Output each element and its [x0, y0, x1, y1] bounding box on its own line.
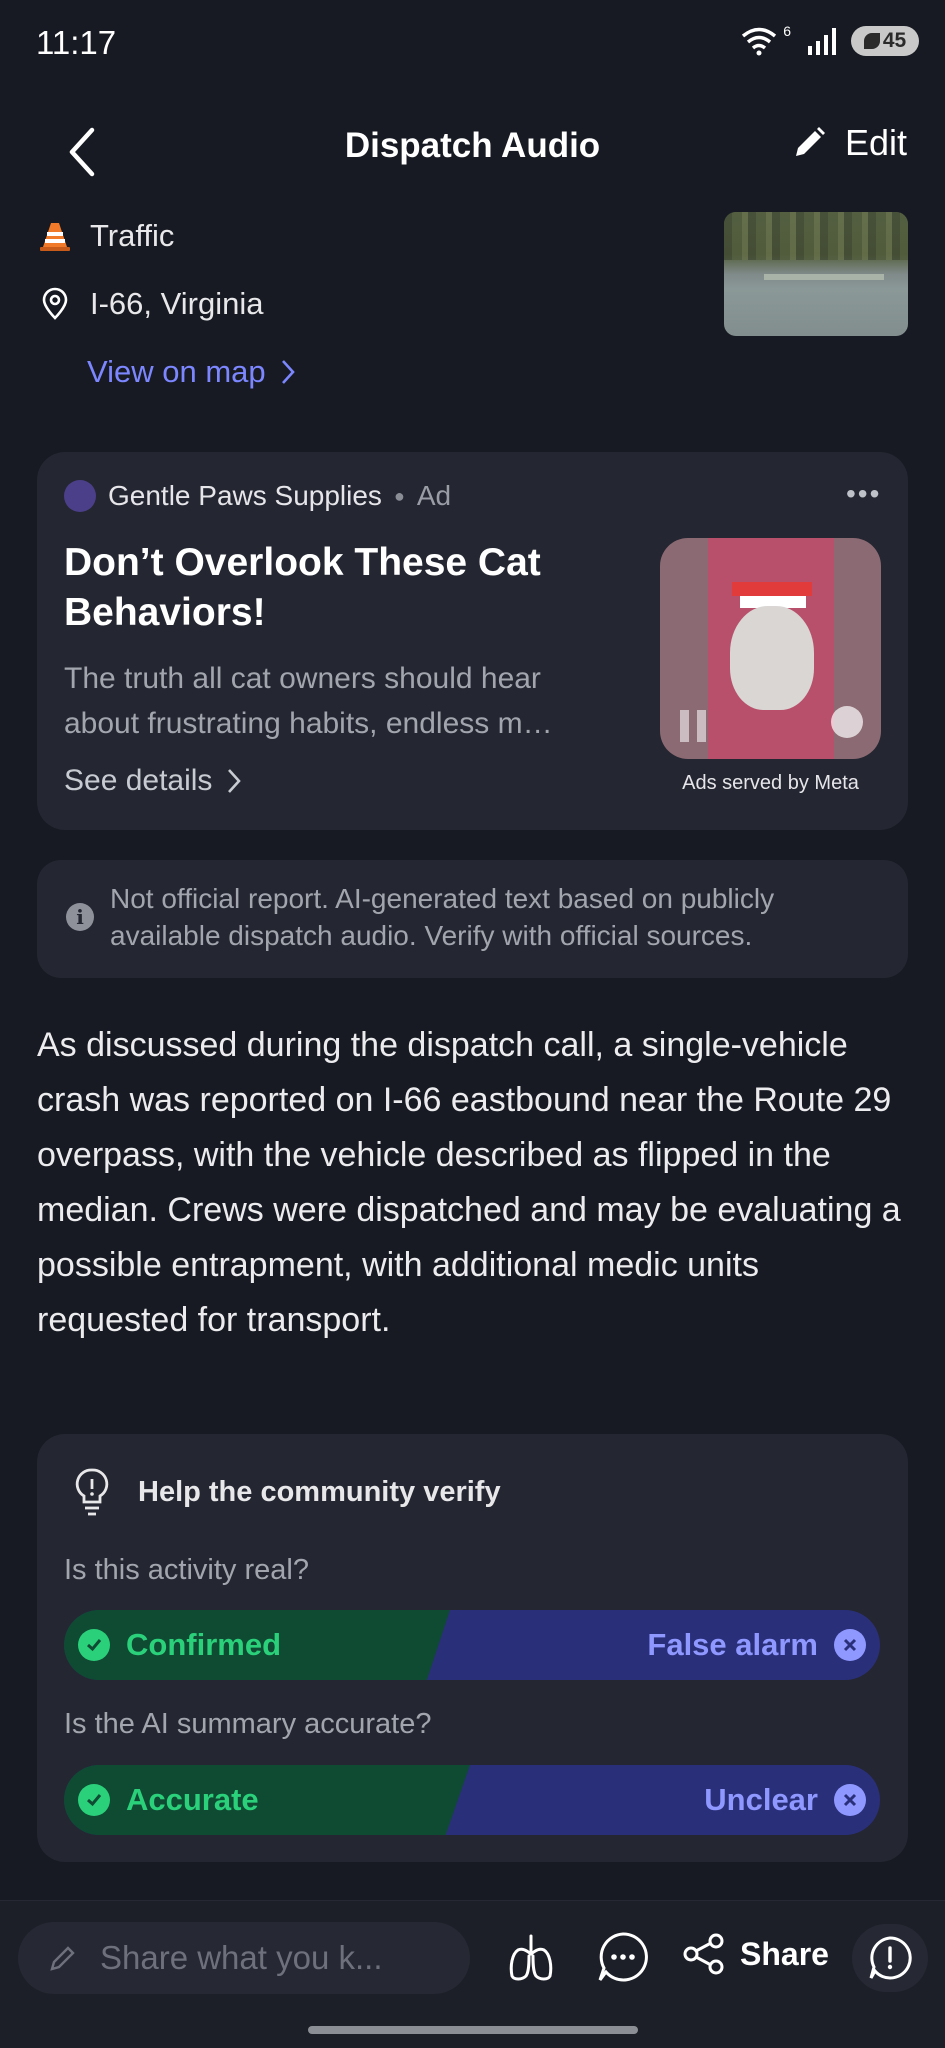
disclaimer-text: Not official report. AI-generated text b…	[110, 883, 775, 951]
check-icon	[78, 1629, 110, 1661]
ad-video[interactable]	[660, 538, 881, 759]
home-indicator[interactable]	[308, 2026, 638, 2034]
alert-icon	[869, 1936, 912, 1980]
ad-header: Gentle Paws Supplies ● Ad	[64, 480, 451, 512]
accurate-button[interactable]: Accurate	[78, 1765, 259, 1835]
unclear-label: Unclear	[704, 1782, 818, 1817]
false-alarm-label: False alarm	[647, 1627, 818, 1662]
wifi-icon	[742, 27, 777, 56]
view-on-map-link[interactable]: View on map	[87, 354, 296, 390]
network-type: 6	[783, 23, 791, 39]
more-options-icon[interactable]: •••	[846, 478, 881, 510]
ad-label: Ad	[416, 480, 452, 511]
comment-input[interactable]: Share what you k...	[18, 1922, 470, 1994]
share-label: Share	[740, 1935, 829, 1972]
report-button[interactable]	[852, 1924, 928, 1992]
false-alarm-button[interactable]: False alarm	[647, 1610, 866, 1680]
close-icon	[834, 1629, 866, 1661]
comment-placeholder: Share what you k...	[100, 1939, 383, 1976]
battery-level: 45	[882, 29, 907, 52]
edit-button[interactable]: Edit	[791, 122, 907, 164]
confirmed-button[interactable]: Confirmed	[78, 1610, 281, 1680]
video-sale-banner	[732, 582, 812, 596]
thumbnail-overpass	[764, 274, 884, 280]
adchoices-icon[interactable]	[831, 706, 863, 738]
summary-vote-bar: Accurate Unclear	[64, 1765, 880, 1835]
signal-icon	[808, 28, 836, 55]
thumbnail-trees	[724, 212, 908, 260]
lungs-icon[interactable]	[502, 1928, 560, 1986]
check-icon	[78, 1784, 110, 1816]
advertiser-logo	[64, 480, 96, 512]
location-label: I-66, Virginia	[90, 286, 264, 321]
close-icon	[834, 1784, 866, 1816]
see-details-link[interactable]: See details	[64, 764, 242, 798]
verify-header: Help the community verify	[70, 1466, 501, 1518]
separator-dot: ●	[393, 485, 405, 506]
chevron-right-icon	[281, 360, 295, 384]
edit-label: Edit	[844, 122, 907, 163]
info-icon: i	[66, 903, 94, 931]
ad-description: The truth all cat owners should hear abo…	[64, 662, 553, 740]
status-icons: 6 45	[739, 23, 919, 56]
ads-served-caption: Ads served by Meta	[682, 772, 859, 794]
ad-title: Don’t Overlook These Cat Behaviors!	[64, 541, 541, 634]
battery-saver-icon	[863, 33, 880, 49]
activity-vote-bar: Confirmed False alarm	[64, 1610, 880, 1680]
chat-icon[interactable]	[594, 1928, 652, 1986]
unclear-button[interactable]: Unclear	[704, 1765, 866, 1835]
pencil-icon	[795, 127, 825, 156]
accurate-label: Accurate	[126, 1782, 259, 1817]
question-activity-real: Is this activity real?	[64, 1554, 309, 1586]
street-view-thumbnail[interactable]	[724, 212, 908, 336]
confirmed-label: Confirmed	[126, 1627, 281, 1662]
cat-image	[730, 606, 814, 710]
incident-summary: As discussed during the dispatch call, a…	[37, 1026, 901, 1339]
traffic-cone-icon	[40, 223, 70, 251]
pause-icon[interactable]	[680, 710, 706, 742]
view-on-map-label: View on map	[87, 354, 266, 389]
advertiser-name: Gentle Paws Supplies	[108, 480, 382, 511]
category-label: Traffic	[90, 218, 175, 253]
see-details-label: See details	[64, 764, 213, 797]
pencil-icon	[50, 1946, 75, 1971]
chevron-right-icon	[228, 769, 242, 793]
status-time: 11:17	[36, 24, 117, 61]
share-button[interactable]: Share	[682, 1932, 829, 1976]
share-icon	[683, 1933, 724, 1975]
map-pin-icon	[42, 287, 68, 320]
lightbulb-icon	[75, 1468, 109, 1516]
verify-title: Help the community verify	[138, 1475, 501, 1508]
question-summary-accurate: Is the AI summary accurate?	[64, 1708, 432, 1740]
battery-indicator: 45	[851, 26, 919, 56]
category-row: Traffic	[38, 218, 174, 254]
location-row: I-66, Virginia	[38, 286, 263, 322]
